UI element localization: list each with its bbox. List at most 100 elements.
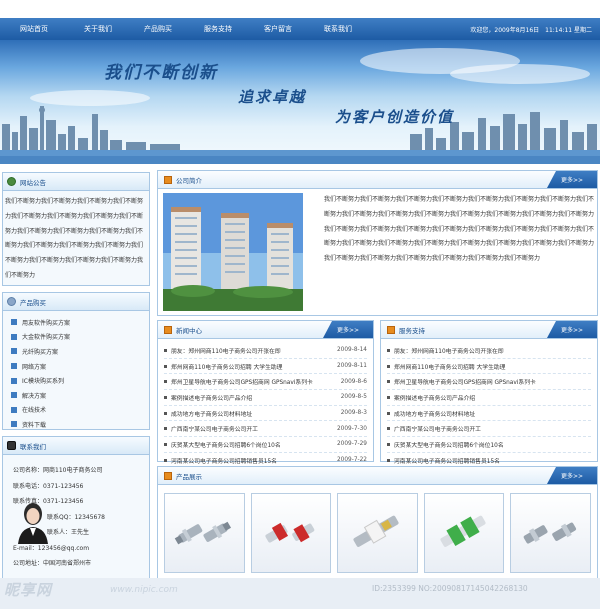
category-label: IC模块购买系列 xyxy=(22,378,64,386)
bullet-icon xyxy=(387,395,390,399)
hero-banner: 我们不断创新 追求卓越 为客户创造价值 xyxy=(0,40,600,164)
company-more-button[interactable]: 更多>> xyxy=(547,171,597,188)
service-item[interactable]: 庆贺某大型电子商务公司招聘6个岗位10名 xyxy=(387,437,591,453)
product-category-item[interactable]: 光纤购买方案 xyxy=(11,344,141,359)
product-category-item[interactable]: 解决方案 xyxy=(11,388,141,403)
silver-fiber-adapter-icon xyxy=(175,521,232,545)
nav-contact[interactable]: 联系我们 xyxy=(308,24,368,34)
service-list: 朋友：郑州网商110电子商务公司开张在即 郑州网商110电子商务公司招聘 大学生… xyxy=(381,339,597,473)
product-category-header: 产品购买 xyxy=(3,293,149,311)
news-item-title: 广西南宁某公司电子商务公司开工 xyxy=(171,427,258,434)
product-category-item[interactable]: 资料下载 xyxy=(11,417,141,432)
news-item-title: 朋友：郑州网商110电子商务公司开张在即 xyxy=(171,348,281,355)
news-item[interactable]: 成功地方电子商务公司材料地址 2009-8-3 xyxy=(164,406,367,422)
news-item-date: 2009-8-6 xyxy=(340,378,367,385)
news-center-panel: 新闻中心 更多>> 朋友：郑州网商110电子商务公司开张在即 2009-8-14 … xyxy=(157,320,374,469)
square-bullet-icon xyxy=(11,377,17,384)
nav-service[interactable]: 服务支持 xyxy=(188,24,248,34)
company-building-photo xyxy=(163,193,303,311)
footer-bar xyxy=(0,578,600,609)
contact-company: 公司名称：网商110电子商务公司 xyxy=(13,467,103,474)
product-thumbnails xyxy=(158,485,597,581)
service-item-title: 广西南宁某公司电子商务公司开工 xyxy=(394,427,481,434)
product-category-item[interactable]: 在线技术 xyxy=(11,403,141,418)
orange-square-icon xyxy=(164,175,172,184)
product-category-item[interactable]: IC模块购买系列 xyxy=(11,373,141,388)
news-item[interactable]: 庆贺某大型电子商务公司招聘6个岗位10名 2009-7-29 xyxy=(164,437,367,453)
news-item[interactable]: 案例描述电子商务公司产品介绍 2009-8-5 xyxy=(164,390,367,406)
green-fiber-adapter-icon xyxy=(440,515,486,547)
product-category-item[interactable]: 用友软件购买方案 xyxy=(11,315,141,330)
product-category-item[interactable]: 网络方案 xyxy=(11,359,141,374)
service-item[interactable]: 郑州卫星导航电子商务公司GPS招商网 GPSnavi系列卡 xyxy=(387,374,591,391)
customer-service-avatar xyxy=(18,503,48,544)
nav-guestbook[interactable]: 客户留言 xyxy=(248,24,308,34)
product-thumb-silver[interactable] xyxy=(164,493,245,573)
orange-square-icon xyxy=(387,325,395,334)
square-bullet-icon xyxy=(11,319,17,326)
company-profile-text: 我们不断努力我们不断努力我们不断努力我们不断努力我们不断努力我们不断努力我们不断… xyxy=(324,196,595,263)
product-showcase-panel: 产品展示 更多>> xyxy=(157,466,598,584)
service-item[interactable]: 案例描述电子商务公司产品介绍 xyxy=(387,390,591,406)
service-item-title: 河南某公司电子商务公司招聘销售员15名 xyxy=(394,458,500,465)
news-item-title: 郑州网商110电子商务公司招聘 大学生助理 xyxy=(171,364,283,371)
product-thumb-grey[interactable] xyxy=(510,493,591,573)
service-item[interactable]: 郑州网商110电子商务公司招聘 大学生助理 xyxy=(387,359,591,375)
bullet-icon xyxy=(164,380,167,384)
nav-products[interactable]: 产品购买 xyxy=(128,24,188,34)
service-item-title: 朋友：郑州网商110电子商务公司开张在即 xyxy=(394,348,504,355)
service-item[interactable]: 成功地方电子商务公司材料地址 xyxy=(387,406,591,422)
banner-slogan-1: 我们不断创新 xyxy=(104,63,218,83)
service-support-panel: 服务支持 更多>> 朋友：郑州网商110电子商务公司开张在即 郑州网商110电子… xyxy=(380,320,598,469)
showcase-more-button[interactable]: 更多>> xyxy=(547,467,597,484)
watermark-logo: 昵享网 xyxy=(4,581,53,599)
bullet-icon xyxy=(164,348,167,352)
service-item-title: 郑州卫星导航电子商务公司GPS招商网 GPSnavi系列卡 xyxy=(394,380,536,387)
nav-about[interactable]: 关于我们 xyxy=(68,24,128,34)
news-item-date: 2009-8-3 xyxy=(340,410,367,417)
product-thumb-white[interactable] xyxy=(337,493,418,573)
service-item[interactable]: 广西南宁某公司电子商务公司开工 xyxy=(387,421,591,438)
product-thumb-green[interactable] xyxy=(423,493,505,573)
service-item-title: 郑州网商110电子商务公司招聘 大学生助理 xyxy=(394,364,506,371)
square-bullet-icon xyxy=(11,421,17,428)
telephone-icon xyxy=(7,441,16,450)
news-item[interactable]: 郑州网商110电子商务公司招聘 大学生助理 2009-8-11 xyxy=(164,359,367,375)
news-item[interactable]: 郑州卫星导航电子商务公司GPS招商网 GPSnavi系列卡 2009-8-6 xyxy=(164,374,367,391)
top-navigation: 网站首页 关于我们 产品购买 服务支持 客户留言 联系我们 欢迎您，2009年8… xyxy=(0,18,600,40)
news-more-button[interactable]: 更多>> xyxy=(323,321,373,338)
service-header: 服务支持 更多>> xyxy=(381,321,597,339)
product-category-item[interactable]: 大金软件购买方案 xyxy=(11,330,141,345)
notice-title: 网站公告 xyxy=(20,178,46,187)
bullet-icon xyxy=(164,364,167,368)
news-item[interactable]: 朋友：郑州网商110电子商务公司开张在即 2009-8-14 xyxy=(164,343,367,359)
banner-slogan-2: 追求卓越 xyxy=(238,88,307,106)
bullet-icon xyxy=(164,442,167,446)
bullet-icon xyxy=(387,364,390,368)
white-fiber-adapter-icon xyxy=(353,515,400,547)
news-item-date: 2009-8-11 xyxy=(336,363,367,370)
news-item-date: 2009-7-30 xyxy=(336,425,367,432)
notice-panel: 网站公告 我们不断努力我们不断努力我们不断努力我们不断努力我们不断努力我们不断努… xyxy=(2,172,150,286)
bullet-icon xyxy=(387,442,390,446)
bullet-icon xyxy=(387,380,390,384)
news-item-date: 2009-8-14 xyxy=(336,347,367,354)
contact-header: 联系我们 xyxy=(3,437,149,455)
notice-header: 网站公告 xyxy=(3,173,149,191)
nav-home[interactable]: 网站首页 xyxy=(0,24,68,34)
product-thumb-red[interactable] xyxy=(250,493,332,573)
news-list: 朋友：郑州网商110电子商务公司开张在即 2009-8-14 郑州网商110电子商… xyxy=(158,339,373,473)
service-item-title: 成功地方电子商务公司材料地址 xyxy=(394,411,476,418)
news-item[interactable]: 广西南宁某公司电子商务公司开工 2009-7-30 xyxy=(164,421,367,438)
news-item-title: 成功地方电子商务公司材料地址 xyxy=(171,411,253,418)
category-label: 资料下载 xyxy=(22,421,47,429)
square-bullet-icon xyxy=(11,392,17,399)
bullet-icon xyxy=(387,427,390,431)
product-category-title: 产品购买 xyxy=(20,298,46,307)
company-profile-title: 公司简介 xyxy=(176,176,202,185)
news-item-title: 案例描述电子商务公司产品介绍 xyxy=(171,395,253,402)
news-item-title: 庆贺某大型电子商务公司招聘6个岗位10名 xyxy=(171,442,281,449)
service-more-button[interactable]: 更多>> xyxy=(547,321,597,338)
news-item-date: 2009-7-29 xyxy=(336,441,367,448)
service-item[interactable]: 朋友：郑州网商110电子商务公司开张在即 xyxy=(387,343,591,359)
